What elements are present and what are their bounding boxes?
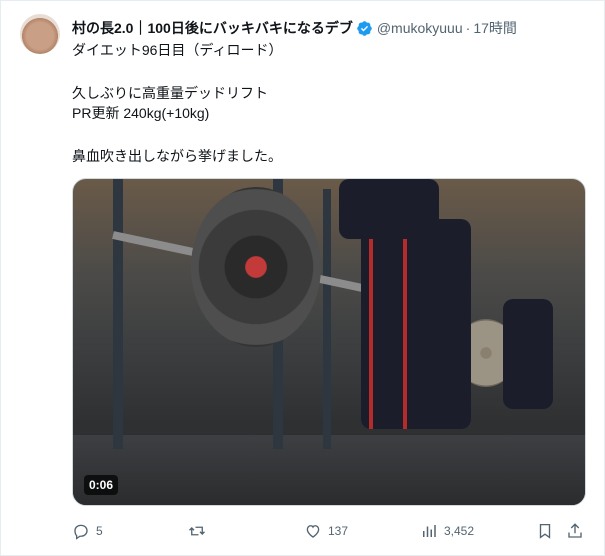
timestamp-link[interactable]: 17時間	[473, 18, 517, 38]
like-button[interactable]: 137	[304, 519, 348, 543]
tweet-text-line: 久しぶりに高重量デッドリフト	[72, 85, 268, 101]
reply-button[interactable]: 5	[72, 519, 103, 543]
retweet-button[interactable]	[188, 519, 212, 543]
pants-stripe	[403, 239, 407, 429]
verified-badge-icon	[357, 20, 372, 36]
tweet-text-line: 鼻血吹き出しながら挙げました。	[72, 148, 282, 164]
action-bar: 5 137 3,452	[72, 519, 586, 543]
rack-post	[113, 179, 123, 449]
separator: ·	[465, 20, 471, 36]
share-icon	[568, 523, 582, 538]
bookmark-icon	[539, 523, 551, 539]
pants-stripe	[369, 239, 373, 429]
views-button[interactable]: 3,452	[420, 519, 474, 543]
video-player[interactable]	[72, 178, 586, 506]
tweet-card[interactable]: 村の長2.0｜100日後にバッキバキになるデブ @mukokyuuu · 17時…	[0, 0, 605, 556]
handle[interactable]: @mukokyuuu	[377, 20, 463, 36]
reply-icon	[74, 524, 88, 540]
heart-icon	[306, 525, 320, 538]
tweet-text-line: PR更新 240kg(+10kg)	[72, 105, 210, 121]
lifter-legs	[361, 219, 471, 429]
like-count: 137	[328, 524, 349, 538]
tweet-header: 村の長2.0｜100日後にバッキバキになるデブ @mukokyuuu · 17時…	[72, 18, 517, 38]
weight-plate	[191, 187, 321, 347]
bookmark-button[interactable]	[536, 519, 554, 543]
video-duration-badge: 0:06	[84, 475, 119, 495]
avatar[interactable]	[20, 14, 60, 54]
display-name[interactable]: 村の長2.0｜100日後にバッキバキになるデブ	[72, 18, 353, 38]
reply-count: 5	[96, 524, 103, 538]
share-button[interactable]	[566, 519, 584, 543]
retweet-icon	[189, 526, 205, 536]
tweet-text-line: ダイエット96日目（ディロード）	[72, 42, 283, 58]
rack-post	[323, 189, 331, 449]
views-count: 3,452	[444, 524, 475, 538]
views-chart-icon	[423, 525, 436, 537]
spotter	[503, 299, 553, 409]
